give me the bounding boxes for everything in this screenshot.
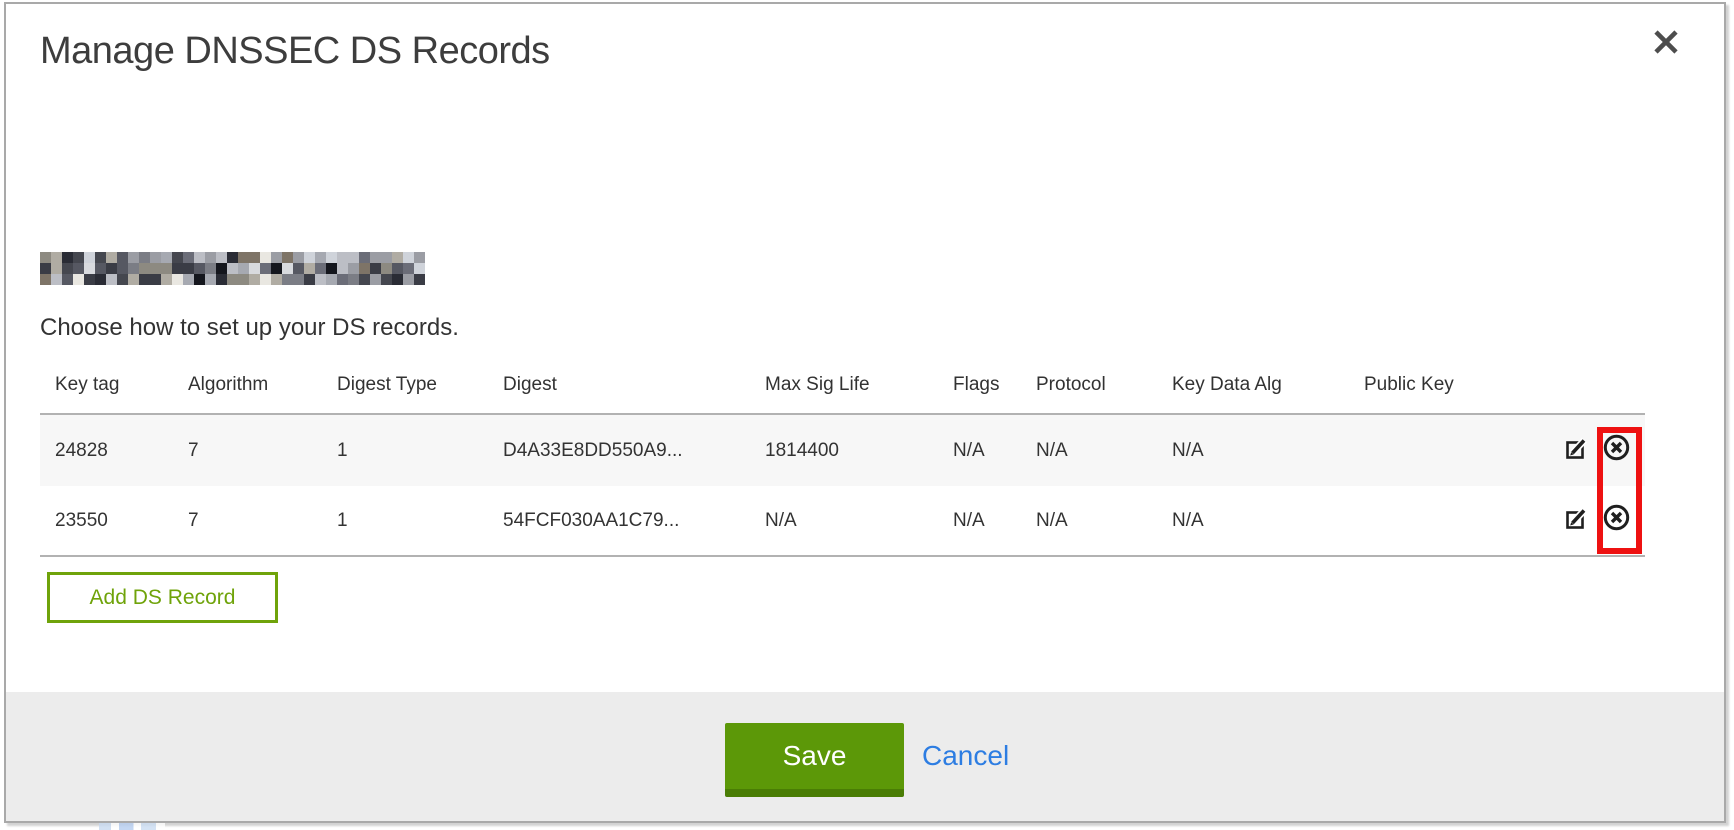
circle-x-delete-icon (1603, 434, 1630, 467)
column-header-protocol: Protocol (1036, 368, 1172, 396)
column-header-key-tag: Key tag (55, 368, 188, 396)
column-header-public-key: Public Key (1364, 368, 1514, 396)
close-icon (1652, 28, 1680, 61)
cell-protocol: N/A (1036, 510, 1172, 532)
table-row: 23550 7 1 54FCF030AA1C79... N/A N/A N/A … (40, 486, 1645, 557)
cell-max-sig-life: 1814400 (765, 440, 953, 462)
cell-flags: N/A (953, 510, 1036, 532)
dialog-title: Manage DNSSEC DS Records (40, 30, 550, 73)
cancel-link[interactable]: Cancel (922, 740, 1009, 772)
cell-digest-type: 1 (337, 510, 503, 532)
circle-x-delete-icon (1603, 504, 1630, 537)
cell-digest: 54FCF030AA1C79... (503, 510, 765, 532)
column-header-digest-type: Digest Type (337, 368, 503, 396)
edit-record-button[interactable] (1562, 436, 1592, 466)
redacted-domain (40, 252, 425, 285)
cell-algorithm: 7 (188, 510, 337, 532)
cell-algorithm: 7 (188, 440, 337, 462)
dialog-footer: Save Cancel (6, 692, 1724, 821)
column-header-algorithm: Algorithm (188, 368, 337, 396)
table-row: 24828 7 1 D4A33E8DD550A9... 1814400 N/A … (40, 415, 1645, 486)
instructions-text: Choose how to set up your DS records. (40, 314, 459, 342)
save-button[interactable]: Save (725, 723, 904, 797)
column-header-flags: Flags (953, 368, 1036, 396)
cell-protocol: N/A (1036, 440, 1172, 462)
cell-key-data-alg: N/A (1172, 440, 1364, 462)
cell-key-data-alg: N/A (1172, 510, 1364, 532)
cell-key-tag: 23550 (55, 510, 188, 532)
cell-digest-type: 1 (337, 440, 503, 462)
cell-max-sig-life: N/A (765, 510, 953, 532)
edit-pencil-icon (1565, 506, 1589, 536)
edit-pencil-icon (1565, 436, 1589, 466)
column-header-max-sig-life: Max Sig Life (765, 368, 953, 396)
add-ds-record-button[interactable]: Add DS Record (47, 572, 278, 623)
delete-record-button[interactable] (1601, 506, 1631, 536)
screen: Manage DNSSEC DS Records Choose how to s… (0, 0, 1734, 830)
table-header-row: Key tag Algorithm Digest Type Digest Max… (40, 368, 1645, 415)
cell-digest: D4A33E8DD550A9... (503, 440, 765, 462)
cell-flags: N/A (953, 440, 1036, 462)
manage-dnssec-dialog: Manage DNSSEC DS Records Choose how to s… (4, 2, 1726, 823)
column-header-digest: Digest (503, 368, 765, 396)
column-header-key-data-alg: Key Data Alg (1172, 368, 1364, 396)
cell-key-tag: 24828 (55, 440, 188, 462)
ds-records-table: Key tag Algorithm Digest Type Digest Max… (40, 368, 1645, 557)
close-button[interactable] (1648, 26, 1684, 62)
background-page-fragment (99, 823, 165, 830)
edit-record-button[interactable] (1562, 506, 1592, 536)
delete-record-button[interactable] (1601, 436, 1631, 466)
